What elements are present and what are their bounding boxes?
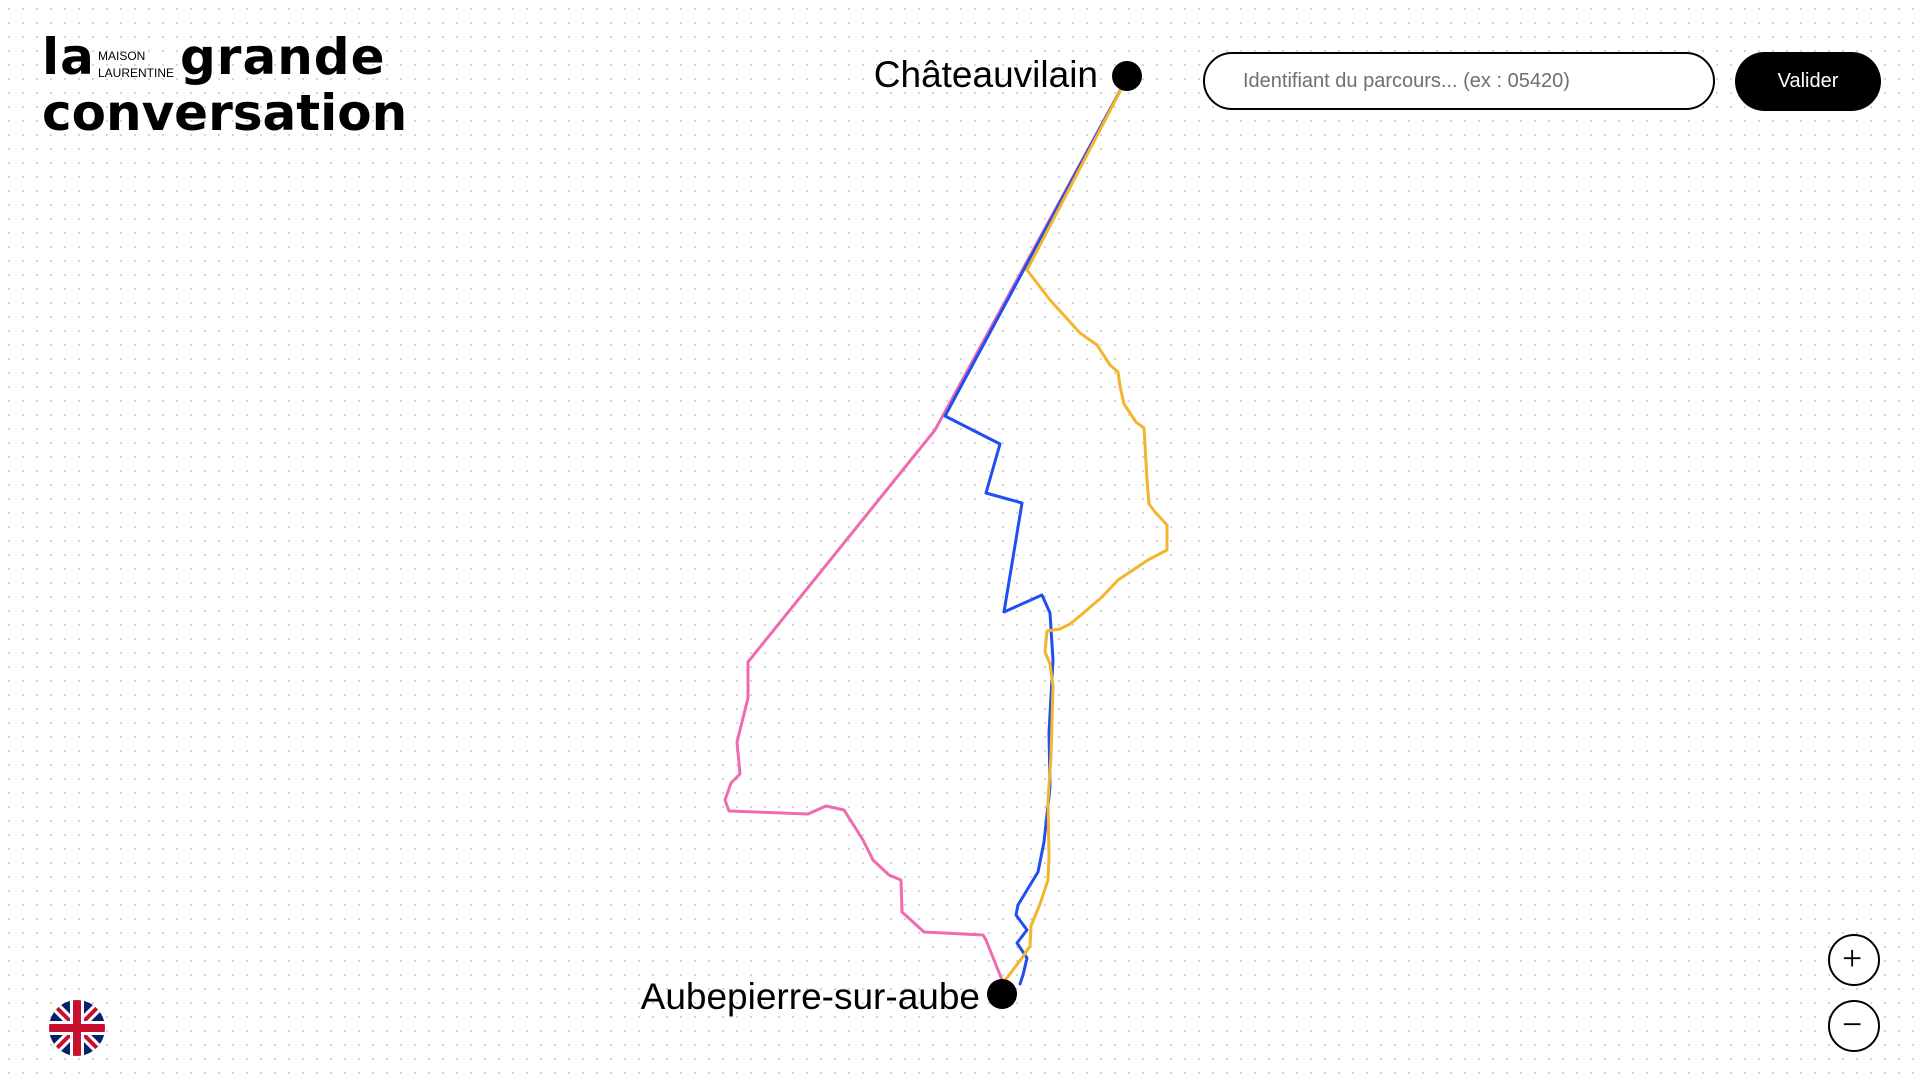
validate-button[interactable]: Valider <box>1735 52 1881 111</box>
route-id-search <box>1203 52 1715 110</box>
route-id-input[interactable] <box>1205 54 1713 108</box>
minus-icon <box>1843 1023 1861 1026</box>
plus-icon <box>1843 949 1861 967</box>
zoom-in-button[interactable] <box>1828 934 1880 986</box>
start-place-label: Châteauvilain <box>873 54 1098 95</box>
end-marker[interactable] <box>987 979 1017 1009</box>
route-blue[interactable] <box>943 76 1129 986</box>
start-marker[interactable] <box>1112 61 1142 91</box>
route-yellow[interactable] <box>1001 76 1169 985</box>
route-map[interactable] <box>0 0 1920 1080</box>
end-place-label: Aubepierre-sur-aube <box>640 976 980 1017</box>
zoom-out-button[interactable] <box>1828 1000 1880 1052</box>
language-switch[interactable] <box>49 1000 105 1056</box>
route-pink[interactable] <box>723 76 1129 987</box>
uk-flag-icon <box>49 1000 105 1056</box>
